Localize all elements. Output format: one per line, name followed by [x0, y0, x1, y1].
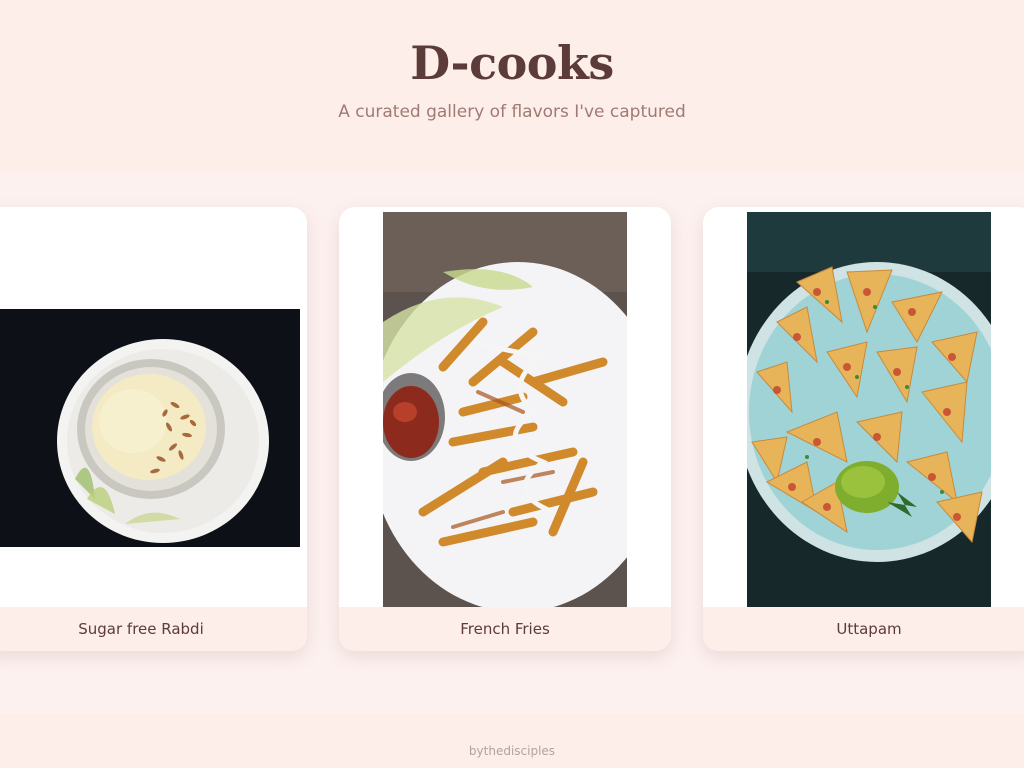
gallery-card-rabdi[interactable]: Sugar free Rabdi	[0, 207, 307, 651]
card-caption: Sugar free Rabdi	[0, 607, 307, 651]
site-header: D-cooks A curated gallery of flavors I'v…	[0, 0, 1024, 172]
site-title: D-cooks	[410, 36, 614, 90]
french-fries-photo	[383, 212, 627, 607]
rabdi-bowl-photo	[0, 309, 300, 547]
gallery-card-french-fries[interactable]: French Fries	[339, 207, 671, 651]
card-caption: Uttapam	[703, 607, 1024, 651]
site-subtitle: A curated gallery of flavors I've captur…	[338, 102, 686, 122]
card-caption: French Fries	[339, 607, 671, 651]
gallery-card-uttapam[interactable]: Uttapam	[703, 207, 1024, 651]
footer-credit: bythedisciples	[468, 744, 556, 758]
photo-gallery: Sugar free Rabdi French Fries Uttapam	[0, 174, 1024, 712]
uttapam-photo	[747, 212, 991, 607]
site-footer: bythedisciples	[0, 714, 1024, 768]
